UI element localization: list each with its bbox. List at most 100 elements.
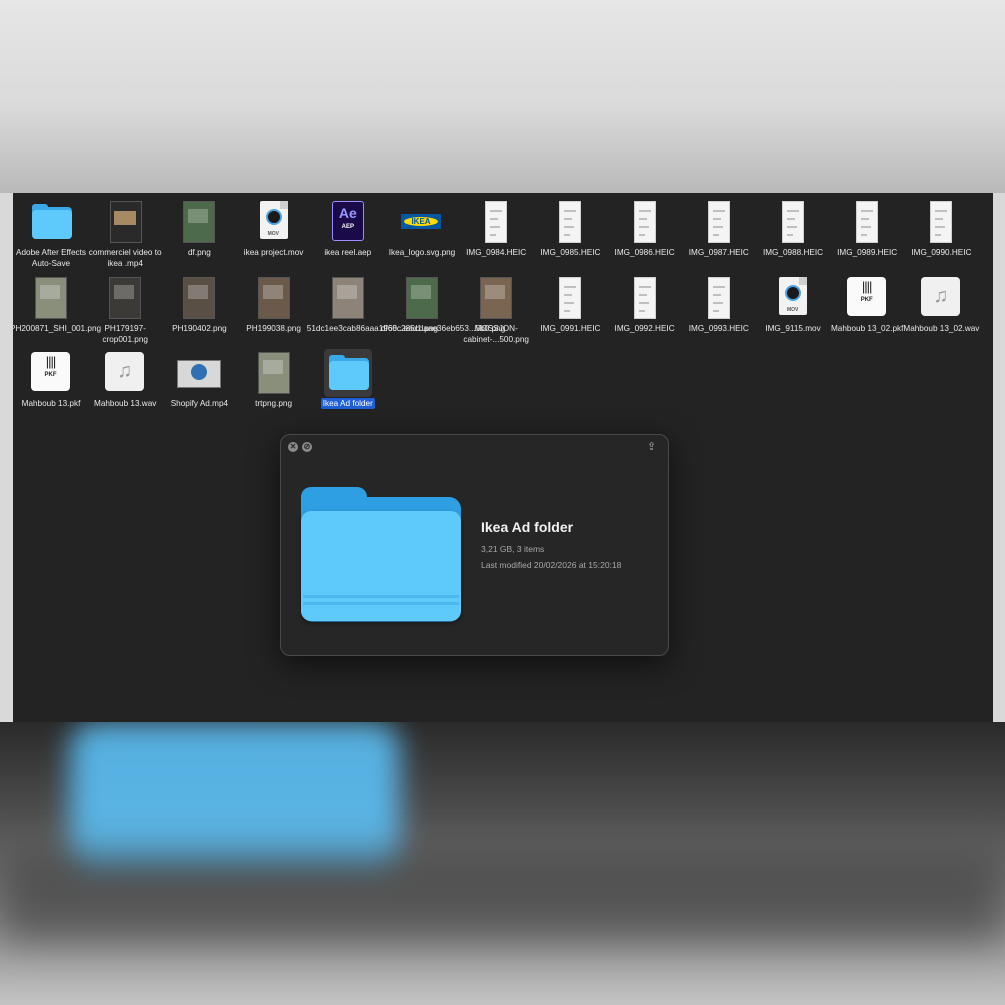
file-name-label: IMG_0985.HEIC <box>529 248 611 259</box>
image-thumbnail-icon <box>162 201 236 245</box>
file-name-label: IMG_0992.HEIC <box>604 324 686 335</box>
file-name-text: IMG_0984.HEIC <box>466 248 527 257</box>
file-name-text: MOSSJON-cabinet-...500.png <box>463 324 529 344</box>
file-name-label: Mahboub 13.pkf <box>13 399 92 410</box>
close-icon: ✕ <box>289 442 297 451</box>
ikea-logo-icon: IKEA <box>385 201 459 245</box>
movie-file-icon: MOV <box>756 277 830 321</box>
image-thumbnail-icon <box>533 277 607 321</box>
file-name-label: IMG_0987.HEIC <box>678 248 760 259</box>
file-name-text: IMG_0989.HEIC <box>837 248 898 257</box>
file-name-text: df.png <box>188 248 211 257</box>
quick-look-title: Ikea Ad folder <box>481 519 574 535</box>
file-name-text: Mahboub 13.pkf <box>21 399 81 408</box>
file-name-label: df68c285cdaae36eb653...5b0.png <box>381 324 505 335</box>
file-name-text: Adobe After Effects Auto-Save <box>16 248 86 268</box>
share-button[interactable]: ⇪ <box>647 440 656 453</box>
file-name-label: IMG_0988.HEIC <box>752 248 834 259</box>
image-thumbnail-icon <box>830 201 904 245</box>
file-name-text: ikea reel.aep <box>324 248 372 257</box>
file-name-label: Mahboub 13.wav <box>84 399 166 410</box>
file-name-label: PH199038.png <box>233 324 315 335</box>
file-name-label: IMG_0993.HEIC <box>678 324 760 335</box>
file-name-label: IMG_0989.HEIC <box>826 248 908 259</box>
file-name-label: Shopify Ad.mp4 <box>158 399 240 410</box>
share-icon: ⇪ <box>647 441 657 453</box>
fullscreen-icon: ⊘ <box>303 442 311 451</box>
file-name-text: Mahboub 13_02.pkf <box>830 324 904 333</box>
image-thumbnail-icon <box>682 201 756 245</box>
file-name-label: MOSSJON-cabinet-...500.png <box>455 324 537 345</box>
file-name-label: ikea reel.aep <box>307 248 389 259</box>
image-thumbnail-icon <box>756 201 830 245</box>
image-thumbnail-icon <box>88 277 162 321</box>
file-name-text: Shopify Ad.mp4 <box>170 399 229 408</box>
file-name-text: PH179197-crop001.png <box>102 324 148 344</box>
image-thumbnail-icon <box>237 277 311 321</box>
file-name-label: Adobe After Effects Auto-Save <box>13 248 92 269</box>
quick-look-modified: Last modified 20/02/2026 at 15:20:18 <box>481 560 622 570</box>
image-thumbnail-icon <box>311 277 385 321</box>
finder-window: Adobe After Effects Auto-Save commerciel … <box>13 193 993 722</box>
file-name-text: commerciel video to ikea .mp4 <box>88 248 162 268</box>
video-thumbnail-icon <box>162 352 236 396</box>
fullscreen-button[interactable]: ⊘ <box>302 442 312 452</box>
file-name-label: PH190402.png <box>158 324 240 335</box>
file-name-text: trtpng.png <box>255 399 293 408</box>
blurred-dock-reflection <box>0 852 1005 942</box>
blurred-folder-reflection <box>70 722 400 872</box>
image-thumbnail-icon <box>533 201 607 245</box>
folder-icon <box>311 349 385 397</box>
file-name-label: IMG_0986.HEIC <box>604 248 686 259</box>
file-name-label: 51dc1ee3cab86aaa1960...ead1.png <box>307 324 438 335</box>
file-name-text: IMG_0992.HEIC <box>614 324 675 333</box>
movie-file-icon: MOV <box>237 201 311 245</box>
file-name-text: Ikea_logo.svg.png <box>388 248 456 257</box>
image-thumbnail-icon <box>459 277 533 321</box>
file-name-label: Mahboub 13_02.wav <box>900 324 982 335</box>
file-name-label: Ikea_logo.svg.png <box>381 248 463 259</box>
file-name-label: commerciel video to ikea .mp4 <box>84 248 166 269</box>
file-name-label: df.png <box>158 248 240 259</box>
file-name-label: IMG_0984.HEIC <box>455 248 537 259</box>
file-name-text: IMG_0988.HEIC <box>762 248 824 257</box>
image-thumbnail-icon <box>385 277 459 321</box>
quick-look-size: 3,21 GB, 3 items <box>481 544 545 554</box>
image-thumbnail-icon <box>608 201 682 245</box>
image-thumbnail-icon <box>14 277 88 321</box>
file-name-label: IMG_9115.mov <box>752 324 834 335</box>
file-name-label: Mahboub 13_02.pkf <box>826 324 908 335</box>
file-name-label: PH200871_SHI_001.png <box>13 324 101 335</box>
file-name-label: PH179197-crop001.png <box>84 324 166 345</box>
file-name-text: Ikea Ad folder <box>320 398 375 409</box>
image-thumbnail-icon <box>162 277 236 321</box>
image-thumbnail-icon <box>459 201 533 245</box>
file-name-label: IMG_0990.HEIC <box>900 248 982 259</box>
audio-file-icon: ♫ <box>88 352 162 396</box>
background-bottom <box>0 722 1005 1005</box>
file-name-text: IMG_0986.HEIC <box>614 248 675 257</box>
quick-look-panel: ✕ ⊘ ⇪ Ikea Ad folder 3,21 GB, 3 items La… <box>280 434 669 656</box>
file-name-text: IMG_0985.HEIC <box>540 248 601 257</box>
waveform-file-icon: |||| PKF <box>830 277 904 321</box>
file-name-label: Ikea Ad folder <box>307 398 389 410</box>
file-name-text: IMG_0991.HEIC <box>540 324 601 333</box>
folder-preview-icon <box>301 487 461 622</box>
file-name-text: PH199038.png <box>246 324 301 333</box>
file-name-text: ikea project.mov <box>243 248 304 257</box>
waveform-file-icon: |||| PKF <box>14 352 88 396</box>
file-name-text: IMG_9115.mov <box>765 324 821 333</box>
image-thumbnail-icon <box>904 201 978 245</box>
image-thumbnail-icon <box>237 352 311 396</box>
image-thumbnail-icon <box>682 277 756 321</box>
file-name-text: IMG_0993.HEIC <box>688 324 749 333</box>
after-effects-icon: Ae AEP <box>311 201 385 245</box>
file-name-label: IMG_0991.HEIC <box>529 324 611 335</box>
audio-file-icon: ♫ <box>904 277 978 321</box>
file-name-text: Mahboub 13.wav <box>94 399 157 408</box>
file-name-text: Mahboub 13_02.wav <box>903 324 980 333</box>
image-thumbnail-icon <box>608 277 682 321</box>
file-name-label: trtpng.png <box>233 399 315 410</box>
folder-icon <box>14 201 88 245</box>
close-button[interactable]: ✕ <box>288 442 298 452</box>
